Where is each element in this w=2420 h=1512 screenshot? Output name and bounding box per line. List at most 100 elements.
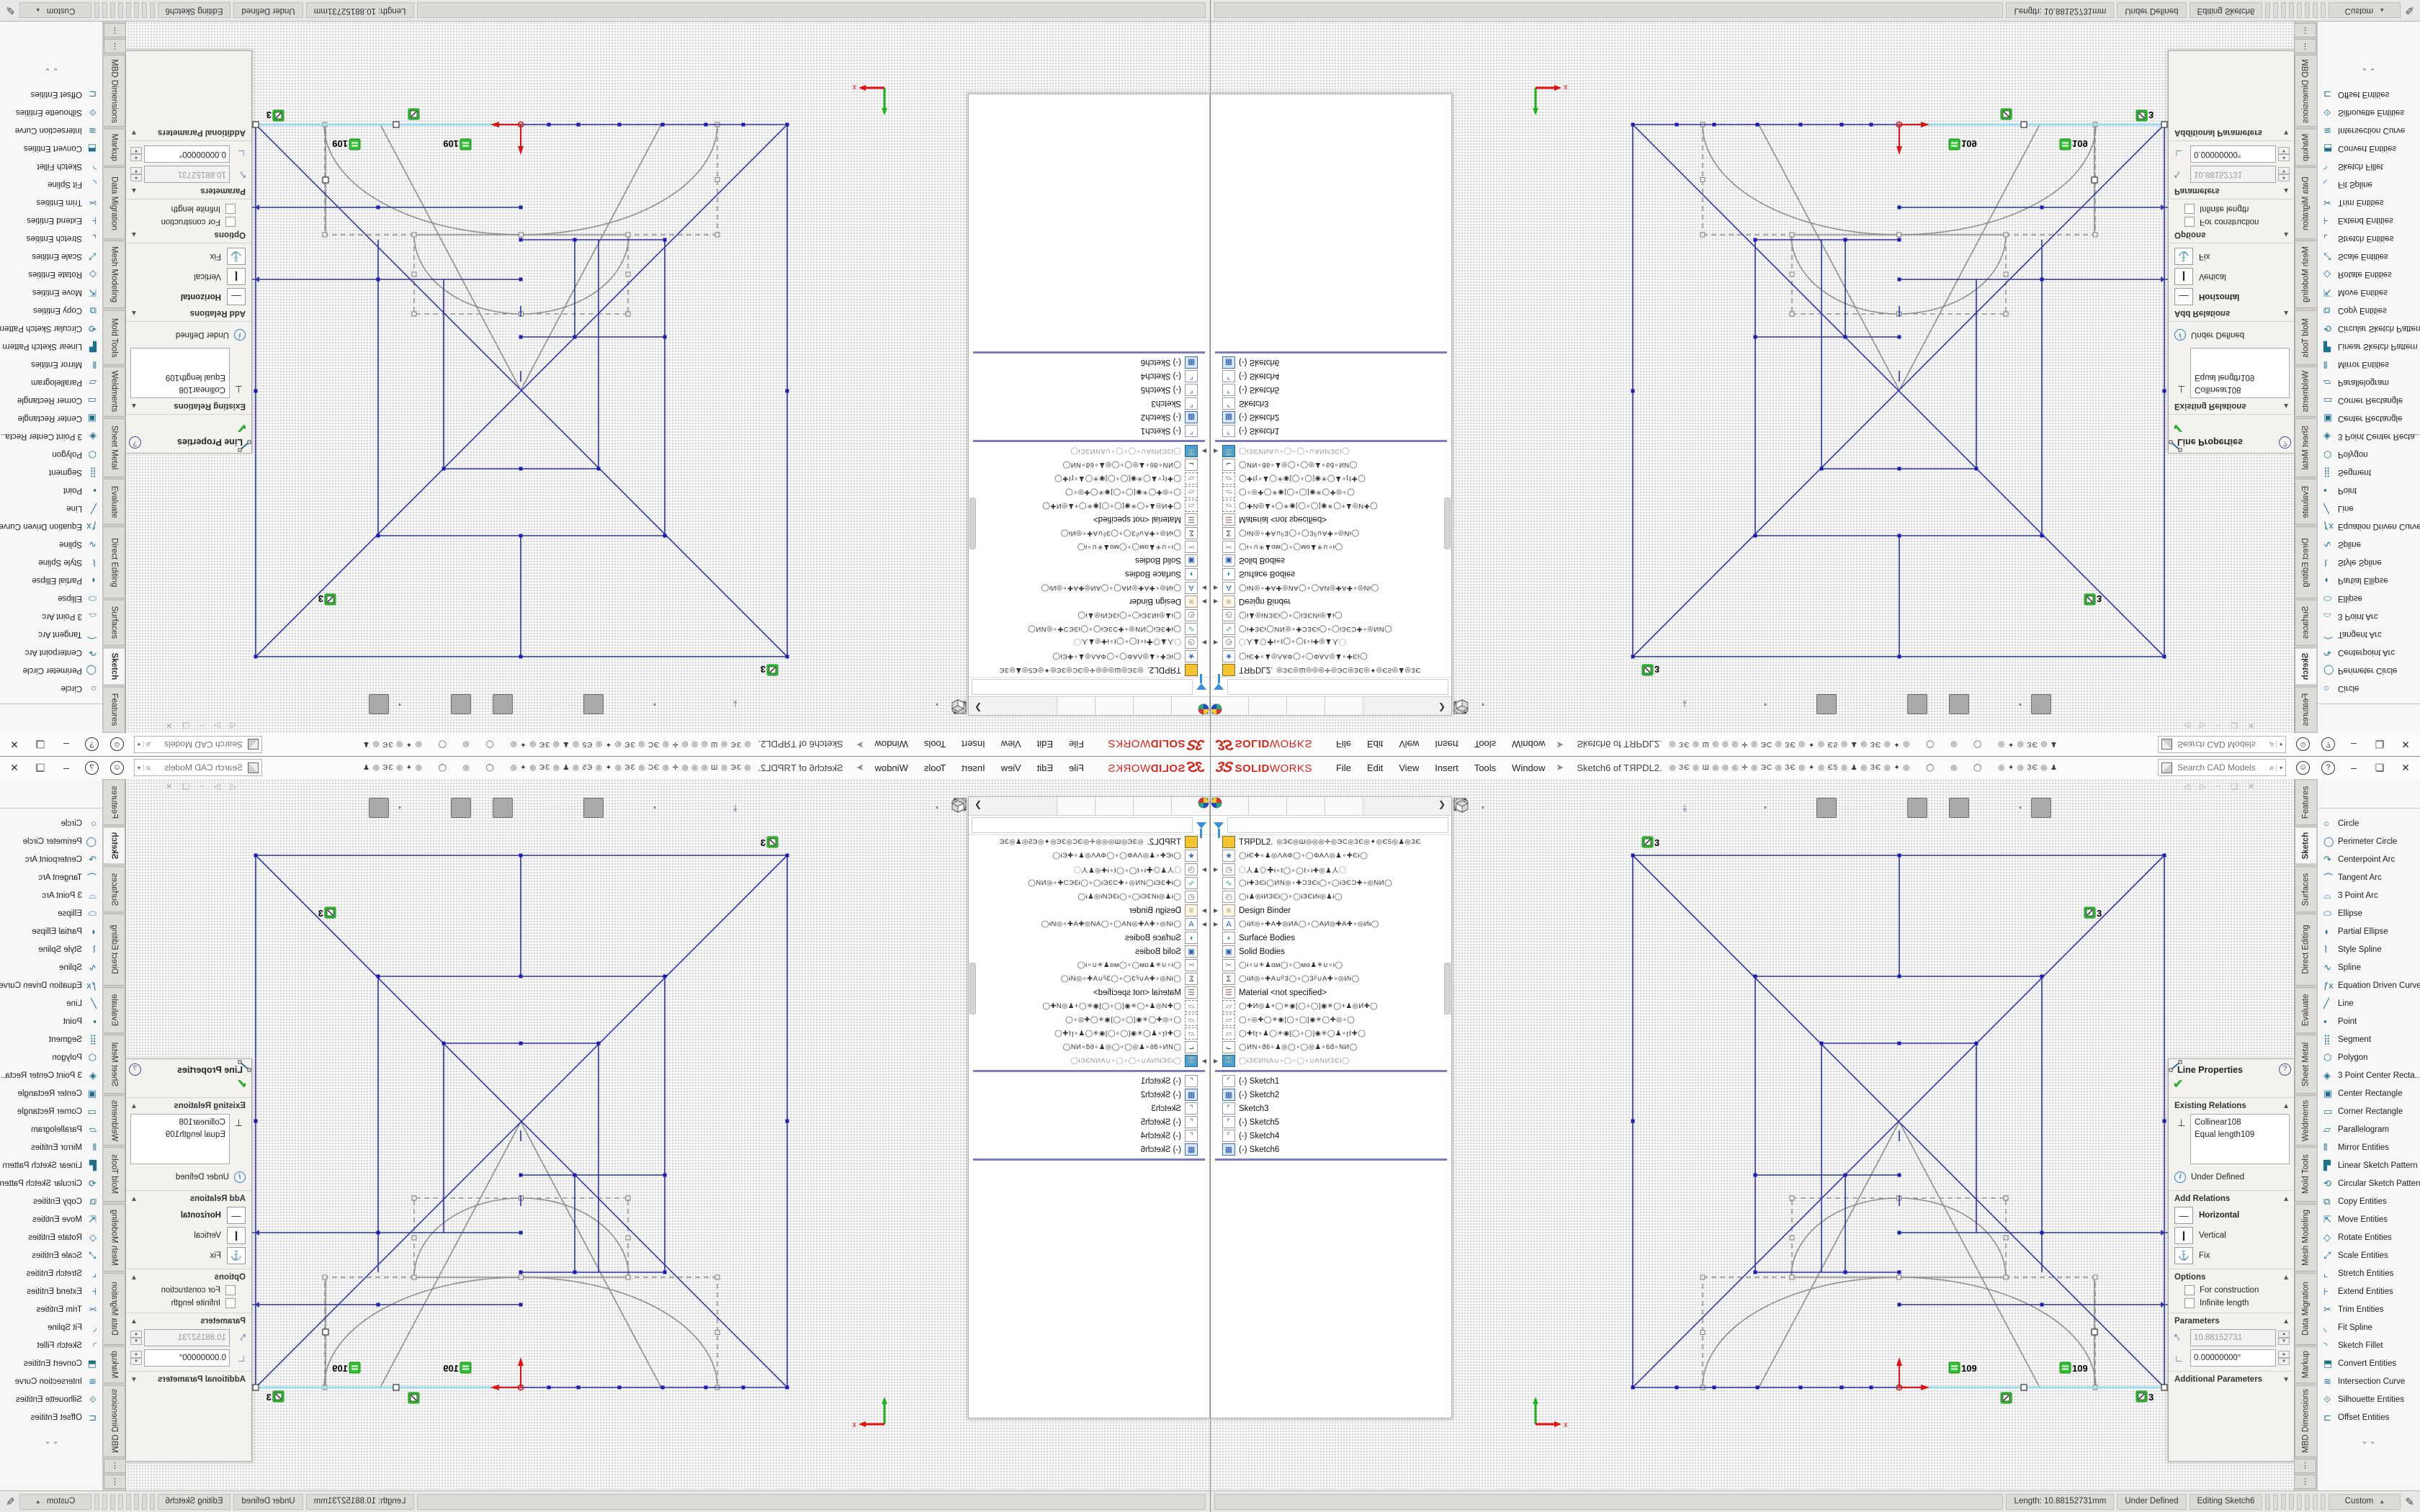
- tool-line[interactable]: ╱Line: [2318, 500, 2420, 518]
- tab-overflow[interactable]: ⋮: [104, 39, 125, 53]
- help-book-icon[interactable]: ✎: [6, 1495, 15, 1508]
- tool-move-entities[interactable]: ⇱Move Entities: [2318, 284, 2420, 302]
- tool-fit-spline[interactable]: ◟Fit Spline: [2318, 176, 2420, 194]
- tool-mirror-entities[interactable]: ⫴Mirror Entities: [0, 1138, 102, 1156]
- tree-item-sketch5[interactable]: ⌜(-) Sketch5: [1211, 1115, 1451, 1129]
- tree-item-design-binder[interactable]: ▶≡Design Binder: [969, 904, 1209, 917]
- tool-fit-spline[interactable]: ◟Fit Spline: [0, 1318, 102, 1336]
- drop-arrow-icon[interactable]: ⤓: [1675, 798, 1694, 817]
- tool-perimeter-circle[interactable]: ◯Perimeter Circle: [0, 662, 102, 680]
- graphics-area[interactable]: 333109109x ▾⤓▾◌◌▾ ◁▷–❏✕ ❯ TЯPDL2. ◎ЗЄ◎Ш◎…: [126, 779, 1210, 1490]
- cylinder-icon[interactable]: [666, 798, 684, 817]
- help-icon[interactable]: ?: [2321, 761, 2335, 775]
- tab-overflow[interactable]: ⋮: [2295, 1475, 2316, 1489]
- display-monitor-icon[interactable]: [706, 695, 725, 714]
- eye-grid-icon[interactable]: [1971, 695, 1989, 714]
- add-relation-fix[interactable]: ⚓Fix: [2169, 246, 2294, 266]
- parameters-header[interactable]: Parameters ▲: [2169, 184, 2294, 199]
- tool-extend-entities[interactable]: ⊦Extend Entities: [2318, 212, 2420, 230]
- doc-next-button[interactable]: ▷: [2200, 721, 2205, 730]
- doc-next-button[interactable]: ▷: [2200, 782, 2205, 791]
- tree-item[interactable]: ▱◯✚И◎♟+◯✳◉[◯∘◯]◉✳◯+♟◎И✚◯: [1211, 999, 1451, 1013]
- tab-data-migration[interactable]: Data Migration: [104, 1273, 125, 1345]
- more-tools-chevron-icon[interactable]: ⌄⌄: [2318, 66, 2420, 76]
- restore-button[interactable]: ❏: [33, 762, 48, 774]
- tree-item-surface-bodies[interactable]: ◗Surface Bodies: [969, 931, 1209, 945]
- tree-item[interactable]: ◴◯ɨ♟◎ɨИЗЄɨ◯∘◯ɨЗЄИɨ◎♟ɨ◯: [969, 608, 1209, 622]
- view-cube-icon[interactable]: [847, 695, 866, 714]
- restore-button[interactable]: ❏: [2372, 739, 2387, 751]
- menu-view[interactable]: View: [1391, 760, 1427, 776]
- tool-linear-sketch-pattern[interactable]: ▛Linear Sketch Pattern: [2318, 1156, 2420, 1174]
- tree-item-material-not-specified[interactable]: ☰Material <not specified>: [1211, 986, 1451, 999]
- doc-restore-button[interactable]: ❏: [2231, 721, 2238, 730]
- view-cube-icon[interactable]: [887, 798, 906, 817]
- tool-intersection-curve[interactable]: ≋Intersection Curve: [0, 122, 102, 140]
- tool-circle[interactable]: ○Circle: [2318, 814, 2420, 832]
- sphere-camera-icon[interactable]: [328, 798, 347, 817]
- length-spinner[interactable]: ▲▼: [2278, 1331, 2290, 1345]
- eye-spline-icon[interactable]: [514, 695, 533, 714]
- wire-box-pressed-icon[interactable]: [2031, 694, 2051, 714]
- save-floppy-icon[interactable]: [1776, 695, 1795, 714]
- tool-extend-entities[interactable]: ⊦Extend Entities: [0, 212, 102, 230]
- tool-ellipse[interactable]: ⬭Ellipse: [0, 590, 102, 608]
- tool-point[interactable]: ▪Point: [2318, 482, 2420, 500]
- menu-edit[interactable]: Edit: [1359, 737, 1391, 753]
- tree-item-sketch1[interactable]: ⌜(-) Sketch1: [1211, 1074, 1451, 1088]
- collapse-chevron-icon[interactable]: ▲: [2282, 1102, 2290, 1110]
- panel-help-icon[interactable]: ?: [129, 436, 141, 449]
- checkbox[interactable]: [2184, 204, 2195, 214]
- ghost-icon[interactable]: ◌: [1858, 798, 1877, 817]
- tree-item[interactable]: ⨽◯ИΝ∘ƌ6∘♟◎◯∘◯◎♟∘6ƌ∘ΝИ◯: [969, 1040, 1209, 1054]
- angle-field[interactable]: 0.00000000°: [144, 145, 230, 163]
- tree-item-sketch4[interactable]: ⌜(-) Sketch4: [969, 1129, 1209, 1143]
- tree-item[interactable]: ▱◯✚ℓɽ∘♟◯✳◉[◯∘◯]◉✳◯♟∘ɽℓ✚◯: [969, 472, 1209, 485]
- tool-center-rectangle[interactable]: ▣Center Rectangle: [0, 1084, 102, 1102]
- zebra-stripes-icon[interactable]: [605, 695, 624, 714]
- tab-sketch[interactable]: Sketch: [2295, 827, 2316, 864]
- tree-filter-input[interactable]: [1227, 817, 1448, 833]
- view-cube-icon[interactable]: [1514, 695, 1533, 714]
- tree-item[interactable]: ◴◯ɨ♟◎ɨИЗЄɨ◯∘◯ɨЗЄИɨ◎♟ɨ◯: [1211, 608, 1451, 622]
- tool-perimeter-circle[interactable]: ◯Perimeter Circle: [2318, 662, 2420, 680]
- tab-mold-tools[interactable]: Mold Tools: [2295, 1147, 2316, 1202]
- tree-item[interactable]: ▱◯✚И◎♟+◯✳◉[◯∘◯]◉✳◯+♟◎И✚◯: [969, 499, 1209, 513]
- hierarchy-tab[interactable]: [1133, 797, 1171, 815]
- view-cube-icon[interactable]: [867, 798, 886, 817]
- tree-item[interactable]: ▶⚿◯ɨЗЄИΝΑ∪∘◯∘◯∘∪ΑΝИЗЄɨ◯: [969, 444, 1209, 458]
- eye-spline-icon[interactable]: [514, 798, 533, 817]
- angle-spinner[interactable]: ▲▼: [130, 147, 142, 161]
- tool-scale-entities[interactable]: ⤢Scale Entities: [2318, 1246, 2420, 1264]
- collapse-chevron-icon[interactable]: ▲: [2282, 187, 2290, 195]
- tab-overflow[interactable]: ⋮: [104, 1459, 125, 1473]
- tab-sketch[interactable]: Sketch: [104, 647, 125, 685]
- ghost-icon[interactable]: ◌: [1838, 798, 1857, 817]
- help-icon[interactable]: ?: [85, 738, 99, 752]
- tool-equation-driven-curve[interactable]: ƒxEquation Driven Curve: [0, 976, 102, 994]
- dropdown-icon[interactable]: ▾: [928, 798, 946, 817]
- tool-segment[interactable]: ⣿Segment: [0, 464, 102, 482]
- search-input[interactable]: [152, 762, 244, 773]
- tree-item-design-binder[interactable]: ▶≡Design Binder: [1211, 595, 1451, 608]
- view-cube-icon[interactable]: [827, 798, 846, 817]
- iso-cube-icon[interactable]: [746, 798, 765, 817]
- motion-tab[interactable]: [1287, 797, 1325, 815]
- account-icon[interactable]: ☺: [2296, 761, 2310, 775]
- exit-sketch-pressed-icon[interactable]: [583, 694, 604, 714]
- ghost-icon[interactable]: ◌: [1838, 695, 1857, 714]
- collapse-chevron-icon[interactable]: ▲: [130, 402, 138, 410]
- collapse-chevron-icon[interactable]: ▲: [130, 187, 138, 195]
- iso-cube-icon[interactable]: [746, 695, 765, 714]
- accept-check-icon[interactable]: ✔: [2169, 1077, 2294, 1094]
- section-view-icon[interactable]: [1716, 798, 1734, 817]
- motion-tab[interactable]: [1095, 797, 1133, 815]
- tool-partial-ellipse[interactable]: ◖Partial Ellipse: [0, 572, 102, 590]
- tool-rotate-entities[interactable]: ◇Rotate Entities: [2318, 1228, 2420, 1246]
- add-relations-header[interactable]: Add Relations ▲: [126, 1190, 251, 1205]
- tree-item-sketch2[interactable]: ▦(-) Sketch2: [1211, 410, 1451, 424]
- tool-extend-entities[interactable]: ⊦Extend Entities: [2318, 1282, 2420, 1300]
- panel-help-icon[interactable]: ?: [2279, 1063, 2291, 1076]
- add-relation-vertical[interactable]: ❙Vertical: [2169, 266, 2294, 287]
- tree-item-sketch1[interactable]: ⌜(-) Sketch1: [969, 1074, 1209, 1088]
